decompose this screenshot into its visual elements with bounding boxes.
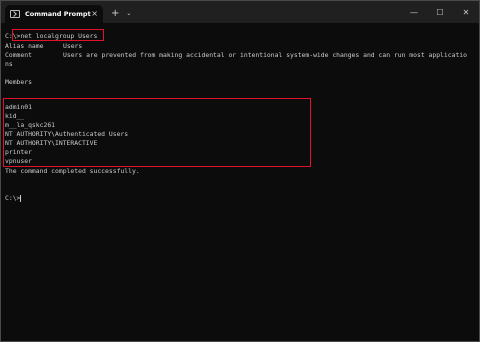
title-bar: Command Prompt × + ⌄ — ☐ ✕ [1,1,479,23]
command-highlight-box [12,29,104,41]
terminal-output[interactable]: C:\>net localgroup Users Alias name User… [3,23,475,341]
command-prompt-window: Command Prompt × + ⌄ — ☐ ✕ C:\>net local… [0,0,480,342]
completed-message: The command completed successfully. [5,167,140,175]
minimize-button[interactable]: — [401,8,427,17]
members-label: Members [5,78,32,86]
comment-value-line1: Users are prevented from making accident… [63,51,467,59]
tab-close-icon[interactable]: × [91,10,98,18]
tab-title: Command Prompt [25,10,91,18]
text-cursor [20,194,22,202]
comment-value-line2: ns [5,60,13,68]
members-highlight-box [3,98,311,167]
alias-label: Alias name [5,41,44,50]
new-tab-button[interactable]: + [111,9,119,19]
final-prompt-line: C:\> [5,194,22,202]
alias-line: Alias name [5,42,43,50]
window-controls: — ☐ ✕ [401,1,479,23]
alias-value: Users [63,41,83,50]
maximize-button[interactable]: ☐ [427,8,453,17]
chevron-down-icon[interactable]: ⌄ [126,11,131,17]
terminal-icon [10,10,20,18]
tab-command-prompt[interactable]: Command Prompt × [5,5,103,23]
final-prompt: C:\> [5,194,21,202]
comment-label: Comment [5,51,32,59]
close-button[interactable]: ✕ [453,8,479,17]
